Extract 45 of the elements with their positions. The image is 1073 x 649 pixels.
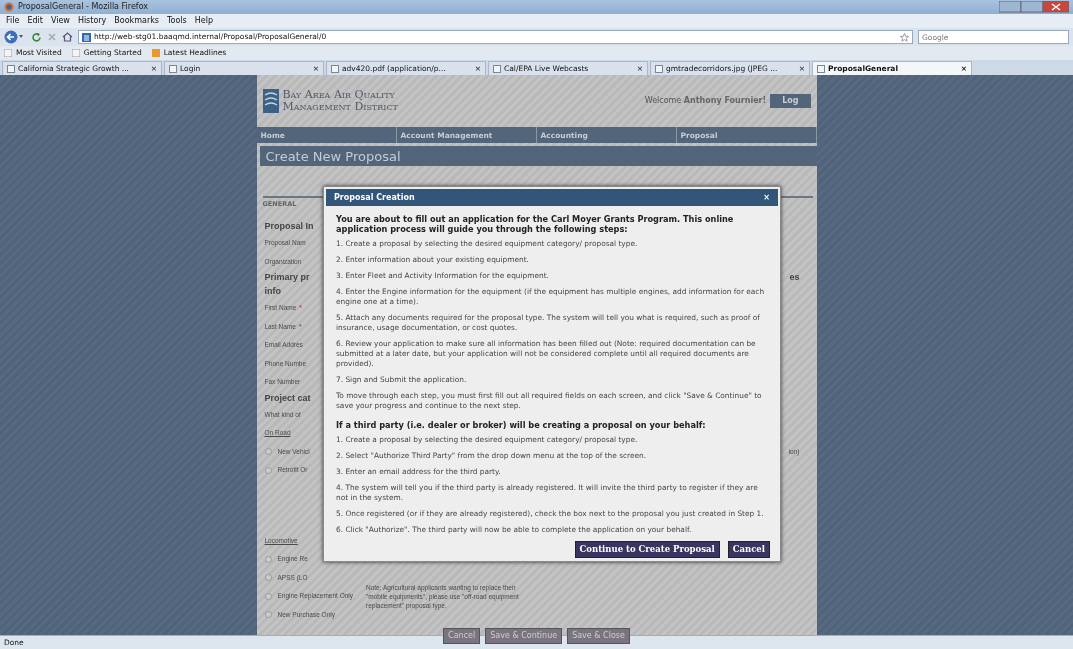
radio-button[interactable] — [264, 592, 272, 600]
dialog-button[interactable]: Continue to Create Proposal — [574, 541, 720, 558]
site-favicon-icon — [82, 32, 91, 42]
radio-button[interactable] — [264, 611, 272, 619]
menu-item[interactable]: Help — [194, 15, 213, 27]
menu-item[interactable]: Edit — [27, 15, 43, 27]
menu-item[interactable]: View — [50, 15, 70, 27]
star-icon[interactable] — [900, 32, 909, 42]
radio-button[interactable] — [264, 466, 272, 474]
field-text: es — [789, 271, 800, 285]
back-icon[interactable] — [4, 30, 26, 44]
window-title: ProposalGeneral - Mozilla Firefox — [18, 1, 149, 13]
logo-text: Bay Area Air Quality Management District — [282, 89, 398, 113]
section-heading: Proposal In — [264, 220, 314, 234]
dialog-title: Proposal Creation — [334, 191, 415, 204]
reload-icon[interactable] — [31, 31, 42, 43]
page-icon — [71, 49, 80, 57]
stop-icon[interactable] — [47, 32, 57, 42]
log-button[interactable]: Log — [770, 94, 811, 108]
section-heading: info — [264, 285, 281, 299]
section-heading: Project cat — [264, 391, 311, 405]
radio-button[interactable] — [264, 448, 272, 456]
menu-item[interactable]: Bookmarks — [114, 15, 160, 27]
radio-button[interactable] — [264, 555, 272, 563]
window-controls-icon[interactable] — [999, 1, 1069, 13]
intro-text: You are about to fill out an application for the Carl Moyer Grants Program. This online application process will guide you through the following steps: — [336, 214, 735, 234]
page-icon — [817, 64, 825, 73]
radio-button[interactable] — [264, 574, 272, 582]
menu-item[interactable]: Tools — [167, 15, 187, 27]
wave-logo-icon — [262, 89, 279, 113]
welcome-text: Welcome Anthony Fournier! — [644, 95, 767, 107]
menu-item[interactable]: History — [77, 15, 107, 27]
page-icon — [493, 64, 501, 73]
home-icon[interactable] — [62, 32, 73, 42]
page-icon — [331, 64, 339, 73]
browser-logo-icon — [4, 2, 14, 12]
feed-icon — [151, 49, 160, 57]
menu-item[interactable]: File — [6, 15, 20, 27]
page-icon — [169, 64, 177, 73]
section-heading: Primary pr — [264, 271, 310, 285]
page-icon — [655, 64, 663, 73]
section-heading: If a third party (i.e. dealer or broker) will be creating a proposal on your behalf: — [336, 420, 707, 430]
page-title: Create New Proposal — [259, 146, 817, 166]
close-button[interactable]: × — [763, 191, 770, 204]
dialog-button[interactable]: Cancel — [727, 541, 770, 558]
